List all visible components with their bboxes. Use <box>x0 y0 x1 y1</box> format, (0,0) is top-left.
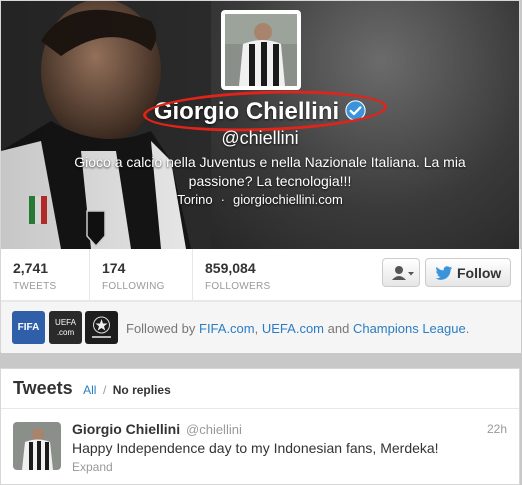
tweet-avatar-photo <box>13 422 61 470</box>
tweet-avatar[interactable] <box>13 422 61 470</box>
followed-by-text: Followed by FIFA.com, UEFA.com and Champ… <box>126 321 469 336</box>
stat-followers[interactable]: 859,084 FOLLOWERS <box>192 249 312 300</box>
followed-by-prefix: Followed by <box>126 321 196 336</box>
location-separator: · <box>220 192 225 207</box>
followed-by-bar: FIFA UEFA .com Followed by FIFA.com, UEFA… <box>1 301 521 353</box>
avatar-photo <box>225 14 297 86</box>
avatar-fifa[interactable]: FIFA <box>12 311 45 344</box>
location: Torino <box>177 192 213 207</box>
avatar-champions-league[interactable] <box>85 311 118 344</box>
tweet-author-handle: @chiellini <box>186 422 242 437</box>
profile-avatar[interactable] <box>221 10 301 90</box>
location-line: Torino · giorgiochiellini.com <box>1 192 519 207</box>
stat-followers-label: FOLLOWERS <box>205 281 271 292</box>
avatar-uefa-label: UEFA <box>55 318 76 327</box>
website-link[interactable]: giorgiochiellini.com <box>233 192 343 207</box>
follow-button-label: Follow <box>457 265 502 281</box>
stat-tweets-label: TWEETS <box>13 281 57 292</box>
tweet-author[interactable]: Giorgio Chiellini @chiellini <box>72 421 242 437</box>
twitter-bird-icon <box>435 266 453 280</box>
followed-by-link-fifa[interactable]: FIFA.com <box>199 321 255 336</box>
tweets-title: Tweets <box>13 378 73 398</box>
champions-league-star-icon <box>92 316 111 338</box>
stat-followers-value: 859,084 <box>205 260 256 276</box>
stat-following-label: FOLLOWING <box>102 281 165 292</box>
tweets-filter-all[interactable]: All <box>83 383 96 397</box>
stat-following[interactable]: 174 FOLLOWING <box>89 249 192 300</box>
followed-by-link-uefa[interactable]: UEFA.com <box>262 321 324 336</box>
followed-by-link-champions-league[interactable]: Champions League <box>353 321 466 336</box>
tweet-expand-link[interactable]: Expand <box>72 460 113 474</box>
profile-bio: Gioco a calcio nella Juventus e nella Na… <box>74 154 466 189</box>
stat-tweets-value: 2,741 <box>13 260 49 276</box>
avatar-uefa[interactable]: UEFA .com <box>49 311 82 344</box>
tweet-timestamp[interactable]: 22h <box>487 422 507 436</box>
tweets-header: Tweets All / No replies <box>1 369 519 409</box>
user-menu-button[interactable] <box>382 258 420 287</box>
tweets-filter-separator: / <box>102 383 107 397</box>
stat-following-value: 174 <box>102 260 126 276</box>
tweet-text: Happy Independence day to my Indonesian … <box>72 440 439 456</box>
follow-button[interactable]: Follow <box>425 258 511 287</box>
tweet-author-name: Giorgio Chiellini <box>72 421 181 437</box>
followed-by-and: and <box>327 321 350 336</box>
followed-by-period: . <box>465 321 470 336</box>
tweet-item[interactable]: Giorgio Chiellini @chiellini 22h Happy I… <box>1 409 519 485</box>
profile-card: Giorgio Chiellini @chiellini Gioco a cal… <box>0 0 521 353</box>
avatar-uefa-sub: .com <box>56 328 75 337</box>
profile-header: Giorgio Chiellini @chiellini Gioco a cal… <box>1 1 519 249</box>
avatar-fifa-label: FIFA <box>17 322 40 333</box>
tweets-card: Tweets All / No replies Giorgio Chiellin… <box>0 368 520 485</box>
followed-by-comma: , <box>254 321 259 336</box>
stat-tweets[interactable]: 2,741 TWEETS <box>1 249 89 300</box>
user-dropdown-icon <box>392 266 414 280</box>
tweets-filter-no-replies[interactable]: No replies <box>113 383 171 397</box>
screen-name: @chiellini <box>221 128 299 148</box>
